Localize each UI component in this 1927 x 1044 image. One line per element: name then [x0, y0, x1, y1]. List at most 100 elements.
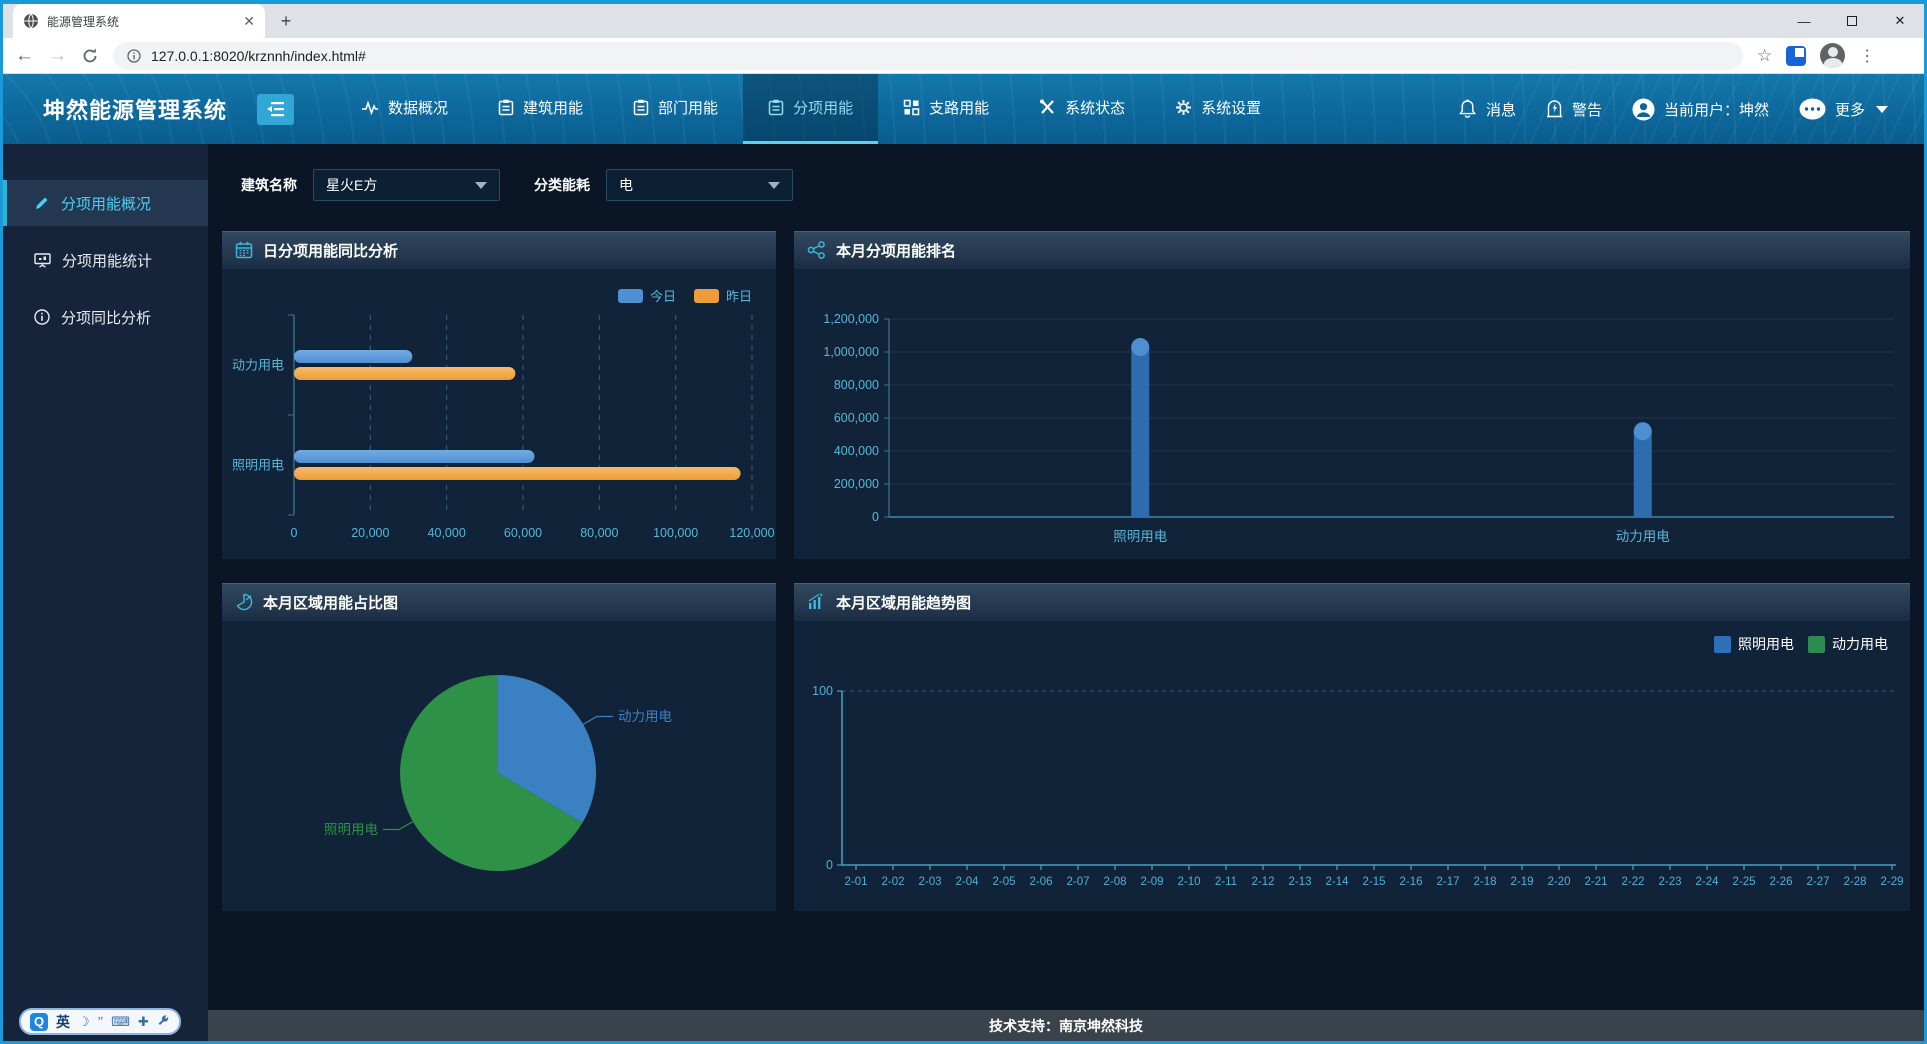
maximize-button[interactable] [1828, 4, 1876, 38]
svg-text:2-29: 2-29 [1880, 876, 1903, 888]
legend-item-yesterday[interactable]: 昨日 [694, 286, 752, 305]
alerts-button[interactable]: 警告 [1546, 99, 1602, 120]
nav-item-subitem-energy[interactable]: 分项用能 [743, 74, 878, 144]
svg-text:照明用电: 照明用电 [324, 822, 378, 837]
svg-text:2-10: 2-10 [1177, 876, 1200, 888]
window-controls: — ✕ [1780, 4, 1924, 38]
svg-text:2-21: 2-21 [1584, 876, 1607, 888]
legend: 照明用电 动力用电 [1714, 634, 1888, 654]
ime-language-mode[interactable]: 英 [56, 1012, 70, 1032]
nav-item-system-status[interactable]: 系统状态 [1014, 74, 1150, 144]
main-nav: 数据概况 建筑用能 部门用能 [336, 74, 1286, 144]
pencil-icon [34, 195, 50, 211]
svg-text:2-13: 2-13 [1288, 876, 1311, 888]
select-caret-icon [475, 182, 487, 189]
svg-text:1,000,000: 1,000,000 [823, 345, 879, 359]
forward-button[interactable]: → [48, 45, 67, 67]
panel-area-trend: 本月区域用能趋势图 照明用电 动力用电 [794, 583, 1910, 911]
svg-text:20,000: 20,000 [351, 526, 389, 540]
sidebar: 分项用能概况 分项用能统计 分项同比分析 [3, 144, 208, 1041]
legend-item-power[interactable]: 动力用电 [1808, 634, 1888, 654]
panel-daily-yoy: 日分项用能同比分析 今日 昨日 [222, 231, 776, 559]
activity-icon [361, 100, 379, 116]
legend-swatch-today [618, 289, 643, 303]
pie-chart: 动力用电照明用电 [222, 621, 776, 911]
support-text: 技术支持：南京坤然科技 [989, 1016, 1143, 1036]
building-select[interactable]: 星火E方 [313, 169, 500, 201]
nav-item-branch-energy[interactable]: 支路用能 [878, 74, 1014, 144]
ime-toolbar[interactable]: Q 英 ☽ ’’ ⌨ ✚ [19, 1008, 181, 1035]
panel-title: 日分项用能同比分析 [263, 240, 398, 261]
reload-button[interactable] [81, 47, 99, 65]
svg-text:2-23: 2-23 [1658, 876, 1681, 888]
svg-text:400,000: 400,000 [834, 444, 879, 458]
clipboard-icon [498, 99, 514, 116]
sidebar-item-subitem-yoy-analysis[interactable]: 分项同比分析 [3, 294, 208, 340]
address-bar[interactable]: 127.0.0.1:8020/krznnh/index.html# [113, 42, 1743, 70]
ime-punctuation-icon[interactable]: ’’ [98, 1015, 104, 1028]
svg-text:2-27: 2-27 [1806, 876, 1829, 888]
nav-item-building-energy[interactable]: 建筑用能 [473, 74, 608, 144]
browser-profile-avatar[interactable] [1820, 43, 1845, 68]
ime-fullhalf-moon-icon[interactable]: ☽ [78, 1015, 90, 1028]
gear-icon [1175, 99, 1192, 116]
svg-text:动力用电: 动力用电 [1616, 529, 1670, 544]
back-button[interactable]: ← [15, 45, 34, 67]
current-user[interactable]: 当前用户：坤然 [1632, 98, 1769, 121]
svg-text:2-06: 2-06 [1029, 876, 1052, 888]
share-nodes-icon [807, 241, 826, 259]
svg-text:2-24: 2-24 [1695, 876, 1719, 888]
svg-text:2-09: 2-09 [1140, 876, 1163, 888]
tab-close-icon[interactable]: ✕ [243, 13, 255, 30]
panel-header: 本月区域用能占比图 [222, 583, 776, 621]
messages-button[interactable]: 消息 [1458, 99, 1516, 120]
svg-text:2-20: 2-20 [1547, 876, 1570, 888]
user-avatar-icon [1632, 98, 1655, 121]
menu-toggle-button[interactable] [257, 94, 294, 125]
url-text[interactable]: 127.0.0.1:8020/krznnh/index.html# [151, 48, 366, 64]
svg-text:0: 0 [872, 510, 879, 524]
svg-text:100: 100 [812, 684, 833, 698]
nav-item-department-energy[interactable]: 部门用能 [608, 74, 743, 144]
nav-item-data-overview[interactable]: 数据概况 [336, 74, 473, 144]
legend-item-today[interactable]: 今日 [618, 286, 676, 305]
pie-chart-icon [235, 593, 253, 611]
browser-tab[interactable]: 能源管理系统 ✕ [13, 4, 265, 38]
sidebar-item-subitem-statistics[interactable]: 分项用能统计 [3, 237, 208, 283]
browser-tab-bar: 能源管理系统 ✕ + — ✕ [3, 4, 1924, 38]
site-favicon [23, 13, 39, 29]
site-info-icon[interactable] [127, 49, 141, 63]
bookmark-star-icon[interactable]: ☆ [1757, 46, 1772, 66]
more-menu-button[interactable]: 更多 [1799, 98, 1888, 120]
energy-select[interactable]: 电 [606, 169, 793, 201]
building-select-value: 星火E方 [326, 175, 377, 195]
svg-text:2-17: 2-17 [1436, 876, 1459, 888]
minimize-button[interactable]: — [1780, 4, 1828, 38]
ime-keyboard-icon[interactable]: ⌨ [111, 1015, 130, 1028]
ellipsis-icon [1799, 98, 1826, 120]
legend-item-lighting[interactable]: 照明用电 [1714, 634, 1794, 654]
svg-text:800,000: 800,000 [834, 378, 879, 392]
grid-icon [903, 99, 920, 116]
close-button[interactable]: ✕ [1876, 4, 1924, 38]
calendar-icon [235, 241, 253, 259]
trend-icon [807, 593, 826, 611]
ime-logo-icon[interactable]: Q [30, 1013, 48, 1031]
svg-text:2-11: 2-11 [1215, 876, 1237, 888]
legend-swatch-power [1808, 636, 1825, 653]
ime-wrench-icon[interactable] [157, 1015, 170, 1028]
svg-text:2-15: 2-15 [1362, 876, 1385, 888]
extension-icon[interactable] [1786, 46, 1806, 66]
new-tab-button[interactable]: + [271, 6, 301, 36]
nav-item-system-settings[interactable]: 系统设置 [1150, 74, 1286, 144]
svg-text:2-12: 2-12 [1251, 876, 1274, 888]
line-chart: 10002-012-022-032-042-052-062-072-082-09… [794, 621, 1910, 911]
ime-person-icon[interactable]: ✚ [138, 1015, 149, 1028]
legend-swatch-yesterday [694, 289, 719, 303]
svg-text:80,000: 80,000 [580, 526, 618, 540]
energy-type-label: 分类能耗 [534, 175, 590, 195]
panel-header: 本月分项用能排名 [794, 231, 1910, 269]
sidebar-item-subitem-overview[interactable]: 分项用能概况 [3, 180, 208, 226]
info-icon [34, 309, 50, 325]
browser-menu-icon[interactable]: ⋮ [1859, 46, 1875, 66]
